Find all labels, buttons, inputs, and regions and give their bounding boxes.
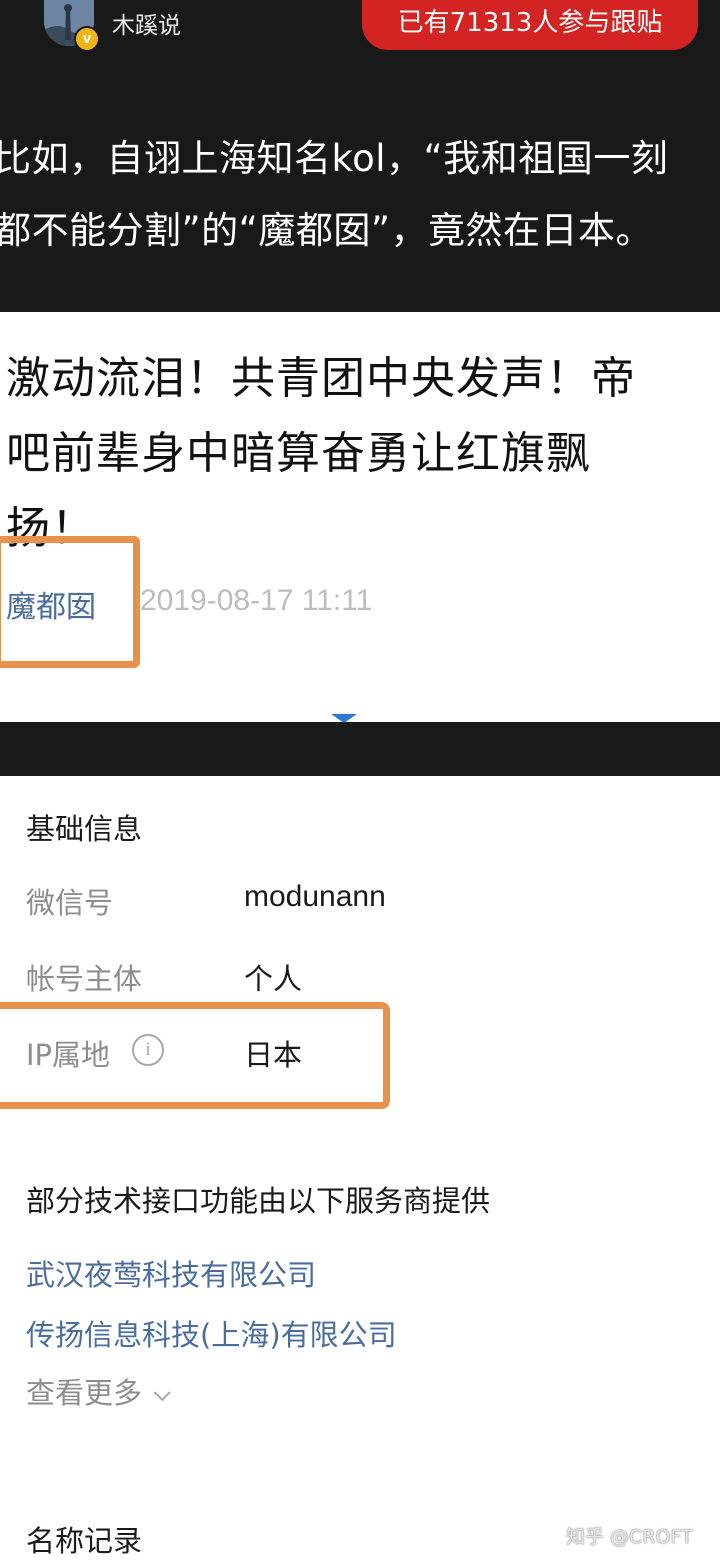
basic-info-title: 基础信息 (26, 812, 143, 846)
intro-text-line-2: 都不能分割”的“魔都囡”，竟然在日本。 (0, 209, 654, 252)
follow-discussion-button[interactable]: 已有71313人参与跟贴 (362, 0, 698, 50)
chevron-down-icon (153, 1384, 171, 1402)
ip-highlight-box (0, 1002, 390, 1109)
view-more-button[interactable]: 查看更多 (26, 1370, 171, 1412)
intro-text-line-1: 比如，自诩上海知名kol，“我和祖国一刻 (0, 137, 669, 180)
article-date: 2019-08-17 11:11 (140, 584, 373, 617)
name-history-title: 名称记录 (26, 1524, 143, 1558)
article-title-line-1: 激动流泪！共青团中央发声！帝 (6, 353, 636, 404)
account-info-panel: 基础信息 微信号 modunann 帐号主体 个人 IP属地 i 日本 部分技术… (0, 776, 720, 1565)
provider-link-1[interactable]: 武汉夜莺科技有限公司 (26, 1252, 316, 1294)
view-more-label: 查看更多 (26, 1376, 143, 1410)
article-title-line-2: 吧前辈身中暗算奋勇让红旗飘 (6, 428, 591, 479)
top-comment-area: v 木蹊说 已有71313人参与跟贴 比如，自诩上海知名kol，“我和祖国一刻 … (0, 0, 720, 312)
author-highlight-box (0, 536, 140, 668)
watermark: 知乎 @CROFT (566, 1526, 693, 1548)
article-screenshot: 激动流泪！共青团中央发声！帝 吧前辈身中暗算奋勇让红旗飘 扬！ 魔都囡 2019… (0, 312, 720, 722)
wechat-id-label: 微信号 (26, 886, 114, 920)
triangle-down-icon (331, 714, 357, 722)
verified-badge-icon: v (74, 26, 100, 52)
username[interactable]: 木蹊说 (112, 6, 181, 40)
provider-link-2[interactable]: 传扬信息科技(上海)有限公司 (26, 1312, 397, 1354)
account-subject-value: 个人 (244, 962, 303, 996)
account-subject-label: 帐号主体 (26, 962, 143, 996)
providers-title: 部分技术接口功能由以下服务商提供 (26, 1184, 491, 1218)
wechat-id-value: modunann (244, 880, 386, 913)
divider-band (0, 722, 720, 776)
